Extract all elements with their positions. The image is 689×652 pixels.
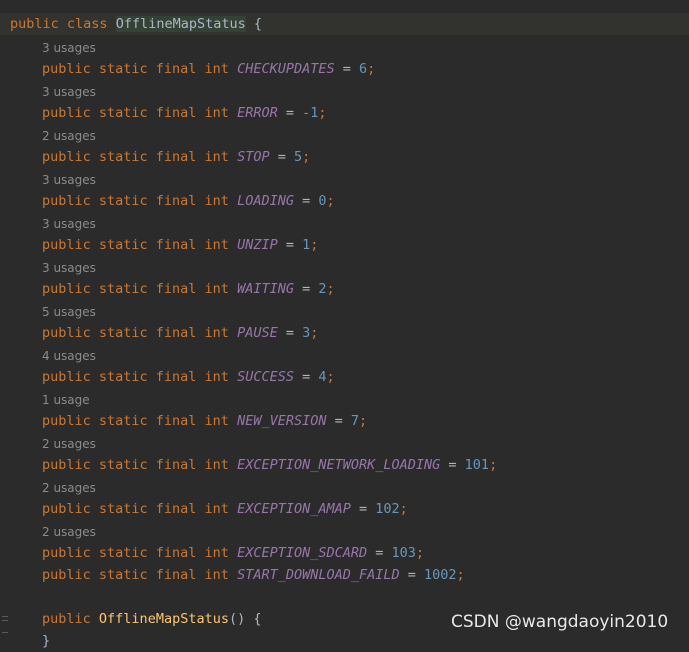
field-value: 0 [318,193,327,209]
field-value: 6 [359,61,368,77]
usage-hint[interactable]: 2 usages [42,434,96,454]
constructor-name[interactable]: OfflineMapStatus [99,611,229,627]
usage-hint[interactable]: 3 usages [42,170,96,190]
class-name[interactable]: OfflineMapStatus [115,16,246,32]
field-name[interactable]: NEW_VERSION [237,413,326,429]
field-line[interactable]: public static final int UNZIP = 1; [0,234,318,256]
semicolon: ; [489,457,498,473]
field-line[interactable]: public static final int EXCEPTION_SDCARD… [0,542,424,564]
field-line[interactable]: public static final int STOP = 5; [0,146,310,168]
usage-hint[interactable]: 2 usages [42,522,96,542]
field-value: 2 [318,281,327,297]
semicolon: ; [326,193,335,209]
field-modifiers: public static final int [42,545,229,561]
field-name[interactable]: CHECKUPDATES [237,61,335,77]
field-value: 101 [464,457,490,473]
field-line[interactable]: public static final int WAITING = 2; [0,278,335,300]
semicolon: ; [456,567,465,583]
field-modifiers: public static final int [42,105,229,121]
usage-hint[interactable]: 3 usages [42,258,96,278]
field-modifiers: public static final int [42,193,229,209]
field-line[interactable]: public static final int CHECKUPDATES = 6… [0,58,375,80]
usage-hint[interactable]: 3 usages [42,82,96,102]
watermark: CSDN @wangdaoyin2010 [451,612,669,632]
field-name[interactable]: START_DOWNLOAD_FAILD [237,567,400,583]
field-name[interactable]: EXCEPTION_SDCARD [237,545,367,561]
semicolon: ; [326,281,335,297]
semicolon: ; [318,105,327,121]
field-name[interactable]: SUCCESS [237,369,294,385]
field-line[interactable]: public static final int ERROR = -1; [0,102,327,124]
field-line[interactable]: public static final int NEW_VERSION = 7; [0,410,367,432]
modifier-keyword: public [42,611,91,627]
constructor-suffix: () { [228,611,262,627]
field-modifiers: public static final int [42,457,229,473]
field-value: 7 [350,413,360,429]
semicolon: ; [310,237,319,253]
field-modifiers: public static final int [42,61,229,77]
field-modifiers: public static final int [42,501,229,517]
code-editor[interactable]: public class OfflineMapStatus { 3 usages… [0,0,689,649]
field-name[interactable]: EXCEPTION_AMAP [237,501,351,517]
usage-hint[interactable]: 1 usage [42,390,90,410]
field-modifiers: public static final int [42,281,229,297]
field-name[interactable]: UNZIP [237,237,278,253]
field-modifiers: public static final int [42,237,229,253]
constructor-line[interactable]: public OfflineMapStatus() { [0,608,261,630]
field-modifiers: public static final int [42,149,229,165]
usage-hint[interactable]: 4 usages [42,346,96,366]
semicolon: ; [367,61,376,77]
field-modifiers: public static final int [42,369,229,385]
semicolon: ; [326,369,335,385]
field-line[interactable]: public static final int START_DOWNLOAD_F… [0,564,465,586]
class-declaration-line[interactable]: public class OfflineMapStatus { [0,13,689,35]
semicolon: ; [302,149,311,165]
field-line[interactable]: public static final int EXCEPTION_AMAP =… [0,498,408,520]
field-name[interactable]: EXCEPTION_NETWORK_LOADING [237,457,440,473]
usage-hint[interactable]: 3 usages [42,38,96,58]
field-value: 5 [293,149,303,165]
field-modifiers: public static final int [42,413,229,429]
semicolon: ; [359,413,368,429]
usage-hint[interactable]: 3 usages [42,214,96,234]
field-line[interactable]: public static final int LOADING = 0; [0,190,335,212]
field-value: 4 [318,369,327,385]
usage-hint[interactable]: 2 usages [42,478,96,498]
field-value: -1 [302,105,319,121]
field-line[interactable]: public static final int SUCCESS = 4; [0,366,335,388]
field-name[interactable]: STOP [237,149,270,165]
field-line[interactable]: public static final int PAUSE = 3; [0,322,318,344]
field-name[interactable]: ERROR [237,105,278,121]
field-value: 102 [375,501,400,517]
semicolon: ; [399,501,408,517]
field-line[interactable]: public static final int EXCEPTION_NETWOR… [0,454,497,476]
fold-marker-icon[interactable] [0,610,8,645]
usage-hint[interactable]: 5 usages [42,302,96,322]
field-name[interactable]: WAITING [237,281,294,297]
field-value: 1002 [424,567,457,583]
closing-brace: } [42,633,51,649]
semicolon: ; [310,325,319,341]
field-name[interactable]: LOADING [237,193,294,209]
field-modifiers: public static final int [42,325,229,341]
field-modifiers: public static final int [42,567,229,583]
field-name[interactable]: PAUSE [237,325,278,341]
semicolon: ; [415,545,425,561]
modifier-keyword: public [10,16,59,32]
class-keyword: class [66,16,108,32]
field-value: 103 [391,545,416,561]
open-brace: { [245,16,263,32]
usage-hint[interactable]: 2 usages [42,126,96,146]
